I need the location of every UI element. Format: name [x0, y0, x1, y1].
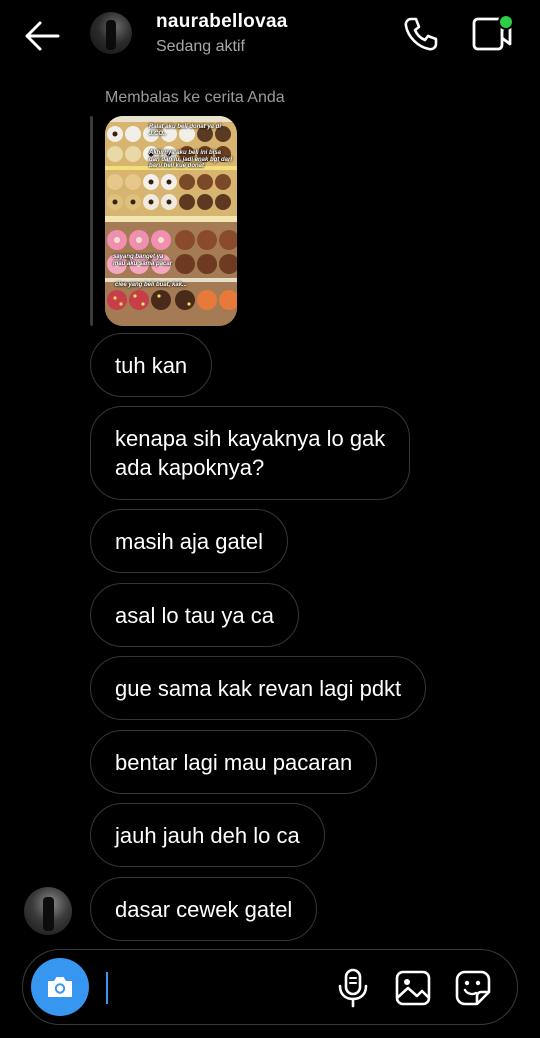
donut-display-image — [105, 116, 237, 326]
message-bubble[interactable]: bentar lagi mau pacaran — [90, 730, 378, 794]
username[interactable]: naurabellovaa — [156, 11, 288, 33]
text-caret — [106, 972, 108, 1004]
message-input[interactable] — [111, 966, 335, 1010]
microphone-icon — [338, 968, 368, 1008]
arrow-left-icon — [25, 21, 60, 51]
message-bubble[interactable]: masih aja gatel — [90, 509, 288, 573]
avatar[interactable] — [90, 12, 132, 54]
message-bubble[interactable]: jauh jauh deh lo ca — [90, 803, 325, 867]
message-text: gue sama kak revan lagi pdkt — [115, 675, 402, 701]
sticker-button[interactable] — [453, 968, 493, 1008]
message-text: kenapa sih kayaknya lo gak — [115, 426, 386, 451]
sticker-icon — [455, 970, 491, 1006]
call-button[interactable] — [400, 14, 440, 54]
online-indicator — [498, 14, 514, 30]
active-status: Sedang aktif — [156, 38, 245, 55]
message-text: dasar cewek gatel — [115, 896, 293, 922]
story-caption: Akhirnya aku beli ini bisa dan dari lu, … — [149, 150, 233, 169]
video-call-button[interactable] — [470, 14, 514, 54]
story-thumbnail[interactable]: Ralat aku beli donat ya di J.CO.. Akhirn… — [105, 116, 237, 326]
message-bubble[interactable]: asal lo tau ya ca — [90, 583, 299, 647]
sender-avatar[interactable] — [24, 887, 72, 935]
message-composer — [22, 949, 518, 1025]
story-caption: ciee yang beli buat, kak... — [115, 282, 188, 288]
message-text: asal lo tau ya ca — [115, 602, 274, 628]
back-button[interactable] — [22, 18, 62, 54]
message-text: bentar lagi mau pacaran — [115, 749, 353, 775]
gallery-button[interactable] — [393, 968, 433, 1008]
phone-icon — [404, 17, 438, 51]
message-bubble[interactable]: gue sama kak revan lagi pdkt — [90, 656, 427, 720]
message-text: masih aja gatel — [115, 528, 263, 554]
image-gallery-icon — [395, 970, 431, 1006]
message-text: ada kapoknya? — [115, 455, 265, 480]
message-bubble[interactable]: dasar cewek gatel — [90, 877, 318, 941]
reply-divider — [90, 116, 93, 326]
message-text: tuh kan — [115, 352, 188, 378]
camera-icon — [48, 977, 72, 997]
story-caption: Ralat aku beli donat ya di J.CO.. — [149, 124, 222, 137]
camera-button[interactable] — [31, 958, 89, 1016]
message-text: jauh jauh deh lo ca — [115, 822, 300, 848]
story-caption: sayang banget ya mau aku sama pacar — [113, 254, 173, 267]
chat-header: naurabellovaa Sedang aktif — [0, 0, 540, 72]
message-bubble[interactable]: tuh kan — [90, 333, 213, 397]
voice-message-button[interactable] — [335, 968, 371, 1008]
message-bubble[interactable]: kenapa sih kayaknya lo gak ada kapoknya? — [90, 406, 411, 500]
story-reply-label: Membalas ke cerita Anda — [105, 89, 285, 106]
